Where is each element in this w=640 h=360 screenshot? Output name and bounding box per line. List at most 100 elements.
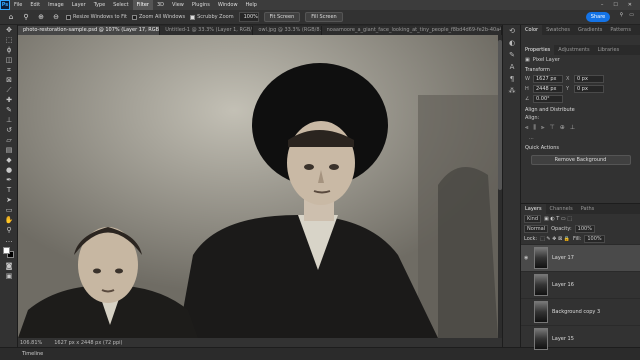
object-select-tool-icon[interactable]: ◫ (0, 55, 18, 65)
maximize-icon[interactable]: ☐ (613, 2, 617, 8)
character-icon[interactable]: A (503, 61, 521, 73)
share-button[interactable]: Share (586, 12, 610, 22)
search-icon[interactable]: ⚲ (620, 12, 624, 18)
lasso-tool-icon[interactable]: ϕ (0, 45, 18, 55)
align-left-icon[interactable]: ⫷ (525, 124, 528, 132)
tab-color[interactable]: Color (521, 25, 543, 35)
more-options[interactable]: ... (525, 135, 636, 141)
menu-plugins[interactable]: Plugins (188, 0, 214, 10)
x-field[interactable]: 0 px (574, 75, 604, 83)
transform-title[interactable]: Transform (525, 67, 636, 73)
more-tools-icon[interactable]: … (0, 235, 18, 245)
tab-paths[interactable]: Paths (577, 204, 599, 214)
menu-edit[interactable]: Edit (26, 0, 44, 10)
align-right-icon[interactable]: ⫸ (541, 124, 544, 132)
path-select-icon[interactable]: ➤ (0, 195, 18, 205)
tab-swatches[interactable]: Swatches (542, 25, 574, 35)
tab-giant-face[interactable]: noaamoore_a_giant_face_looking_at_tiny_p… (321, 26, 503, 35)
zoom-in-icon[interactable]: ⊕ (36, 12, 46, 22)
zoom-level[interactable]: 106.81% (20, 340, 42, 346)
paragraph-icon[interactable]: ¶ (503, 73, 521, 85)
color-swatches[interactable] (0, 245, 18, 261)
blur-tool-icon[interactable]: ◆ (0, 155, 18, 165)
photo-image[interactable] (18, 35, 498, 338)
menu-image[interactable]: Image (44, 0, 68, 10)
menu-type[interactable]: Type (90, 0, 109, 10)
eyedropper-tool-icon[interactable]: ⟋ (0, 85, 18, 95)
tab-gradients[interactable]: Gradients (574, 25, 606, 35)
crop-tool-icon[interactable]: ⌗ (0, 65, 18, 75)
fill-screen-button[interactable]: Fill Screen (305, 12, 343, 22)
zoom-all-checkbox[interactable]: Zoom All Windows (132, 14, 185, 20)
gradient-tool-icon[interactable]: ▤ (0, 145, 18, 155)
align-middle-icon[interactable]: ⊕ (560, 124, 565, 132)
align-title[interactable]: Align and Distribute (525, 107, 636, 113)
tab-layers[interactable]: Layers (521, 204, 546, 214)
lock-icons[interactable]: ⬚ ✎ ✥ ⊠ 🔒 (540, 236, 570, 242)
foreground-color[interactable] (3, 247, 10, 254)
quick-mask-icon[interactable]: ◙ (0, 261, 18, 271)
marquee-tool-icon[interactable]: ⬚ (0, 35, 18, 45)
timeline-label[interactable]: Timeline (22, 351, 43, 357)
frame-tool-icon[interactable]: ⊠ (0, 75, 18, 85)
tab-libraries[interactable]: Libraries (594, 45, 624, 55)
tab-photo-restoration[interactable]: photo-restoration-sample.psd @ 107% (Lay… (18, 26, 161, 35)
height-field[interactable]: 2448 px (533, 85, 563, 93)
dodge-tool-icon[interactable]: ● (0, 165, 18, 175)
layer-row[interactable]: ◉ Layer 17 (521, 244, 640, 271)
healing-brush-icon[interactable]: ✚ (0, 95, 18, 105)
menu-window[interactable]: Window (214, 0, 242, 10)
remove-background-button[interactable]: Remove Background (530, 155, 631, 165)
tab-channels[interactable]: Channels (546, 204, 577, 214)
fit-screen-button[interactable]: Fit Screen (263, 12, 301, 22)
scrubby-zoom-checkbox[interactable]: Scrubby Zoom (190, 14, 234, 20)
move-tool-icon[interactable]: ✥ (0, 25, 18, 35)
tab-owl[interactable]: owl.jpg @ 33.3% (RGB/8... (253, 26, 322, 35)
document-dimensions[interactable]: 1627 px x 2448 px (72 ppi) (54, 340, 122, 346)
fill-field[interactable]: 100% (584, 235, 605, 243)
quick-actions-title[interactable]: Quick Actions (525, 145, 636, 151)
home-icon[interactable]: ⌂ (6, 12, 16, 22)
resize-windows-checkbox[interactable]: Resize Windows to Fit (66, 14, 127, 20)
minimize-icon[interactable]: – (601, 2, 604, 8)
tab-properties[interactable]: Properties (521, 45, 555, 55)
menu-select[interactable]: Select (109, 0, 132, 10)
clone-stamp-icon[interactable]: ⊥ (0, 115, 18, 125)
document-canvas[interactable] (18, 35, 502, 338)
pen-tool-icon[interactable]: ✒ (0, 175, 18, 185)
layer-row[interactable]: Layer 16 (521, 271, 640, 298)
layer-row[interactable]: Layer 15 (521, 325, 640, 352)
align-top-icon[interactable]: ⊤ (550, 124, 555, 132)
menu-3d[interactable]: 3D (153, 0, 168, 10)
align-bottom-icon[interactable]: ⊥ (570, 124, 575, 132)
menu-layer[interactable]: Layer (68, 0, 90, 10)
hand-tool-icon[interactable]: ✋ (0, 215, 18, 225)
brush-settings-icon[interactable]: ✎ (503, 49, 521, 61)
visibility-eye-icon[interactable]: ◉ (524, 255, 530, 261)
eraser-tool-icon[interactable]: ▱ (0, 135, 18, 145)
tab-adjustments[interactable]: Adjustments (554, 45, 593, 55)
zoom-tool-icon[interactable]: ⚲ (0, 225, 18, 235)
close-icon[interactable]: ✕ (628, 2, 632, 8)
zoom-value-field[interactable]: 100% (238, 12, 259, 22)
workspace-icon[interactable]: ▭ (629, 12, 634, 18)
shape-tool-icon[interactable]: ▭ (0, 205, 18, 215)
angle-field[interactable]: 0.00° (533, 95, 563, 103)
glyphs-icon[interactable]: ⁂ (503, 85, 521, 97)
color-panel-icon[interactable]: ◐ (503, 37, 521, 49)
menu-file[interactable]: File (10, 0, 26, 10)
menu-help[interactable]: Help (242, 0, 261, 10)
layer-row[interactable]: Background copy 3 (521, 298, 640, 325)
align-center-icon[interactable]: ⫼ (533, 124, 536, 132)
zoom-out-icon[interactable]: ⊖ (51, 12, 61, 22)
opacity-field[interactable]: 100% (574, 225, 595, 233)
brush-tool-icon[interactable]: ✎ (0, 105, 18, 115)
menu-filter[interactable]: Filter (132, 0, 153, 10)
screen-mode-icon[interactable]: ▣ (0, 271, 18, 281)
history-icon[interactable]: ⟲ (503, 25, 521, 37)
zoom-tool-icon[interactable]: ⚲ (21, 12, 31, 22)
tab-untitled-1[interactable]: Untitled-1 @ 33.3% (Layer 1, RGB/8... (160, 26, 254, 35)
y-field[interactable]: 0 px (574, 85, 604, 93)
blend-mode-select[interactable]: Normal (524, 225, 549, 233)
history-brush-icon[interactable]: ↺ (0, 125, 18, 135)
